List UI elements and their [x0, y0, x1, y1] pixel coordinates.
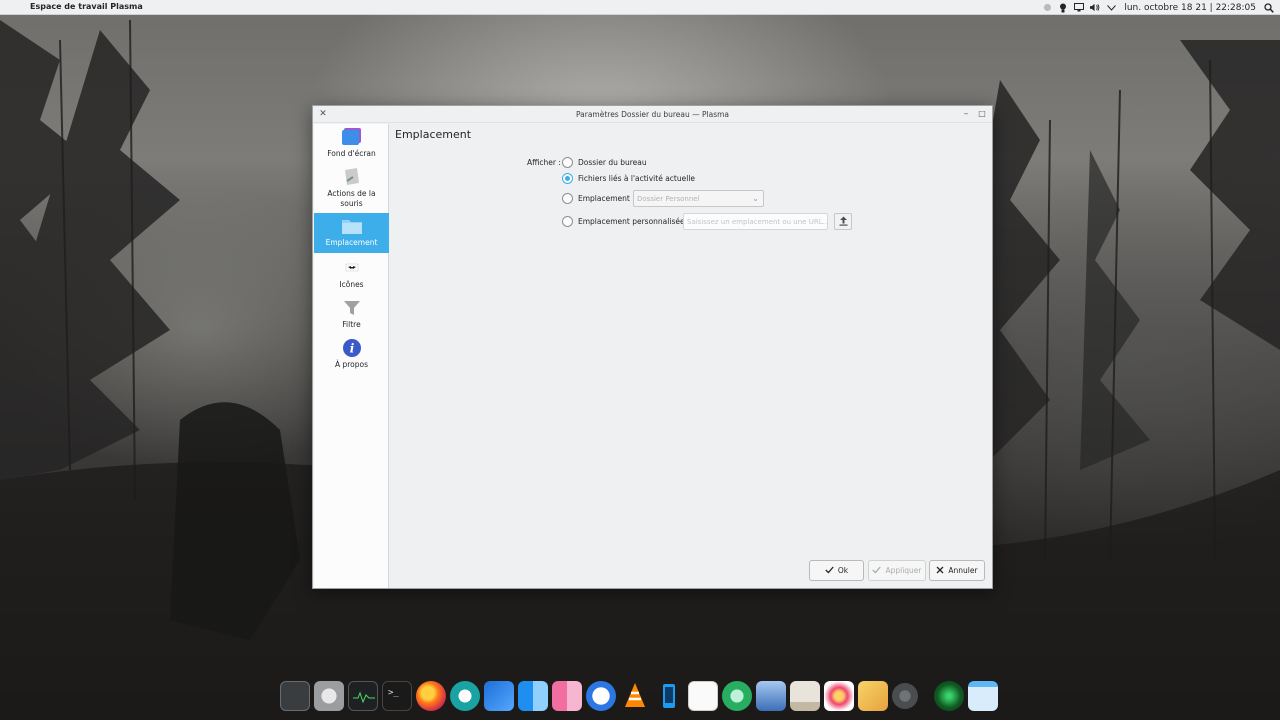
dock: >_ [278, 679, 1002, 715]
radio-custom-location[interactable] [562, 216, 573, 227]
sidebar-item-mouse-actions[interactable]: Actions de la souris [314, 164, 389, 208]
sidebar-item-wallpaper[interactable]: Fond d'écran [314, 124, 389, 164]
system-tray: lun. octobre 18 21 | 22:28:05 [1042, 0, 1280, 15]
option-activity-files-label[interactable]: Fichiers liés à l'activité actuelle [578, 174, 695, 183]
filter-icon [341, 298, 363, 318]
wallpaper-icon [341, 127, 363, 147]
sidebar-item-label: Fond d'écran [327, 149, 376, 158]
sidebar-item-label: Filtre [342, 320, 361, 329]
display-icon[interactable] [1074, 3, 1085, 13]
ok-button-label: Ok [837, 566, 849, 575]
option-desktop-folder-label[interactable]: Dossier du bureau [578, 158, 647, 167]
chevron-down-icon: ⌄ [752, 194, 759, 203]
sidebar-item-location[interactable]: Emplacement [314, 213, 389, 253]
maximize-icon[interactable]: □ [976, 108, 988, 120]
image-viewer-icon[interactable] [756, 681, 786, 711]
radar-icon[interactable] [934, 681, 964, 711]
show-label: Afficher : [527, 158, 561, 167]
custom-location-input[interactable]: Saisissez un emplacement ou une URL... [683, 213, 828, 230]
firefox-icon[interactable] [416, 681, 446, 711]
cancel-button-label: Annuler [948, 566, 978, 575]
launchpad-icon[interactable] [552, 681, 582, 711]
option-custom-location-label[interactable]: Emplacement personnalisée : [578, 217, 690, 226]
sidebar-item-icons[interactable]: Icônes [314, 255, 389, 295]
info-icon: i [341, 338, 363, 358]
sidebar-item-label: À propos [334, 360, 369, 369]
photos-icon[interactable] [824, 681, 854, 711]
clock[interactable]: lun. octobre 18 21 | 22:28:05 [1124, 3, 1256, 13]
device-icon[interactable] [280, 681, 310, 711]
svg-text:i: i [349, 342, 354, 356]
settings-gear-icon[interactable] [892, 683, 918, 709]
radio-desktop-folder[interactable] [562, 157, 573, 168]
mouse-icon [341, 167, 363, 187]
checkmark-icon [872, 566, 882, 576]
minimize-icon[interactable]: – [960, 108, 972, 120]
kdeconnect-icon[interactable] [654, 681, 684, 711]
settings-dialog: ✕ Paramètres Dossier du bureau — Plasma … [312, 105, 993, 589]
volume-icon[interactable] [1090, 3, 1100, 13]
cancel-x-icon [936, 566, 944, 576]
app-store-icon[interactable] [450, 681, 480, 711]
sidebar-item-label: Emplacement [325, 238, 378, 247]
network-status-icon[interactable] [1042, 3, 1052, 13]
window-title: Paramètres Dossier du bureau — Plasma [575, 110, 730, 119]
sidebar-item-label: Icônes [339, 280, 364, 289]
widgets-icon[interactable] [484, 681, 514, 711]
checkmark-icon [825, 566, 834, 576]
apply-button[interactable]: Appliquer [868, 560, 926, 581]
title-bar[interactable]: ✕ Paramètres Dossier du bureau — Plasma … [313, 106, 992, 123]
location-combo-value: Dossier Personnel [637, 195, 700, 203]
tools-icon[interactable] [722, 681, 752, 711]
option-location-label[interactable]: Emplacement : [578, 194, 635, 203]
text-editor-icon[interactable] [688, 681, 718, 711]
browse-button[interactable] [834, 213, 852, 230]
svg-text:>_: >_ [388, 688, 399, 698]
top-panel: Espace de travail Plasma lun. octobre 18… [0, 0, 1280, 15]
settings-sidebar: Fond d'écran Actions de la souris Emplac… [314, 124, 389, 588]
system-monitor-icon[interactable] [348, 681, 378, 711]
folder-icon [341, 216, 363, 236]
sidebar-item-label: Actions de la souris [327, 189, 376, 208]
upload-icon [839, 216, 848, 228]
window-icon[interactable] [968, 681, 998, 711]
system-settings-icon[interactable] [314, 681, 344, 711]
notes-icon[interactable] [858, 681, 888, 711]
ok-button[interactable]: Ok [809, 560, 864, 581]
cancel-button[interactable]: Annuler [929, 560, 985, 581]
location-combo[interactable]: Dossier Personnel ⌄ [633, 190, 764, 207]
settings-content: Emplacement Afficher : Dossier du bureau… [390, 124, 992, 588]
vlc-icon[interactable] [620, 681, 650, 711]
finder-icon[interactable] [518, 681, 548, 711]
workspace-title: Espace de travail Plasma [30, 2, 143, 11]
calendar-icon[interactable] [790, 681, 820, 711]
sidebar-item-about[interactable]: i À propos [314, 335, 389, 375]
notification-bulb-icon[interactable] [1058, 3, 1068, 13]
radio-activity-files[interactable] [562, 173, 573, 184]
page-title: Emplacement [395, 128, 472, 141]
icons-icon [341, 258, 363, 278]
radio-location[interactable] [562, 193, 573, 204]
signal-icon[interactable] [586, 681, 616, 711]
search-icon[interactable] [1264, 2, 1274, 13]
chevron-down-icon[interactable] [1106, 3, 1116, 13]
sidebar-item-filter[interactable]: Filtre [314, 295, 389, 335]
terminal-icon[interactable]: >_ [382, 681, 412, 711]
apply-button-label: Appliquer [885, 566, 922, 575]
